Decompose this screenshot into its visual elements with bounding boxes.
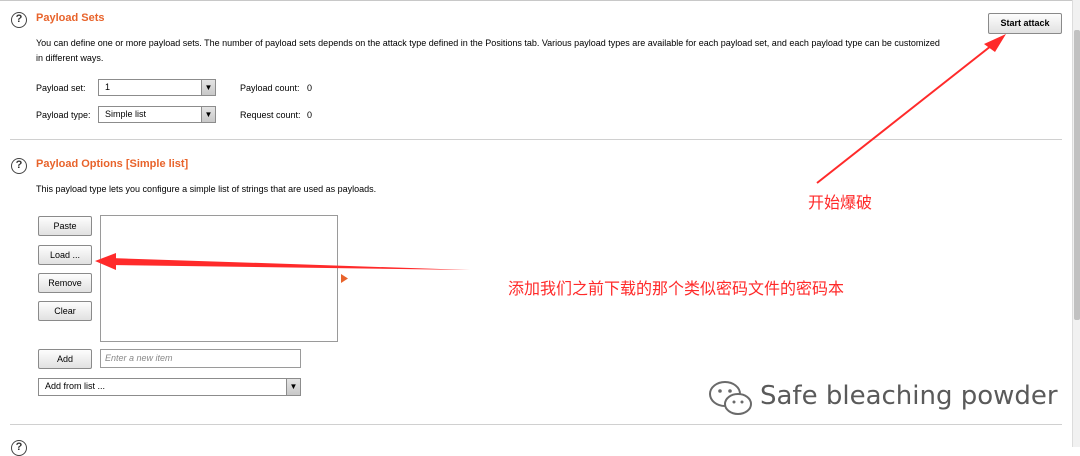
watermark-text: Safe bleaching powder <box>760 381 1058 411</box>
load-annotation: 添加我们之前下载的那个类似密码文件的密码本 <box>508 279 845 298</box>
annotation-arrows <box>95 34 1006 270</box>
start-attack-annotation: 开始爆破 <box>808 193 873 212</box>
wechat-icon <box>709 381 752 415</box>
